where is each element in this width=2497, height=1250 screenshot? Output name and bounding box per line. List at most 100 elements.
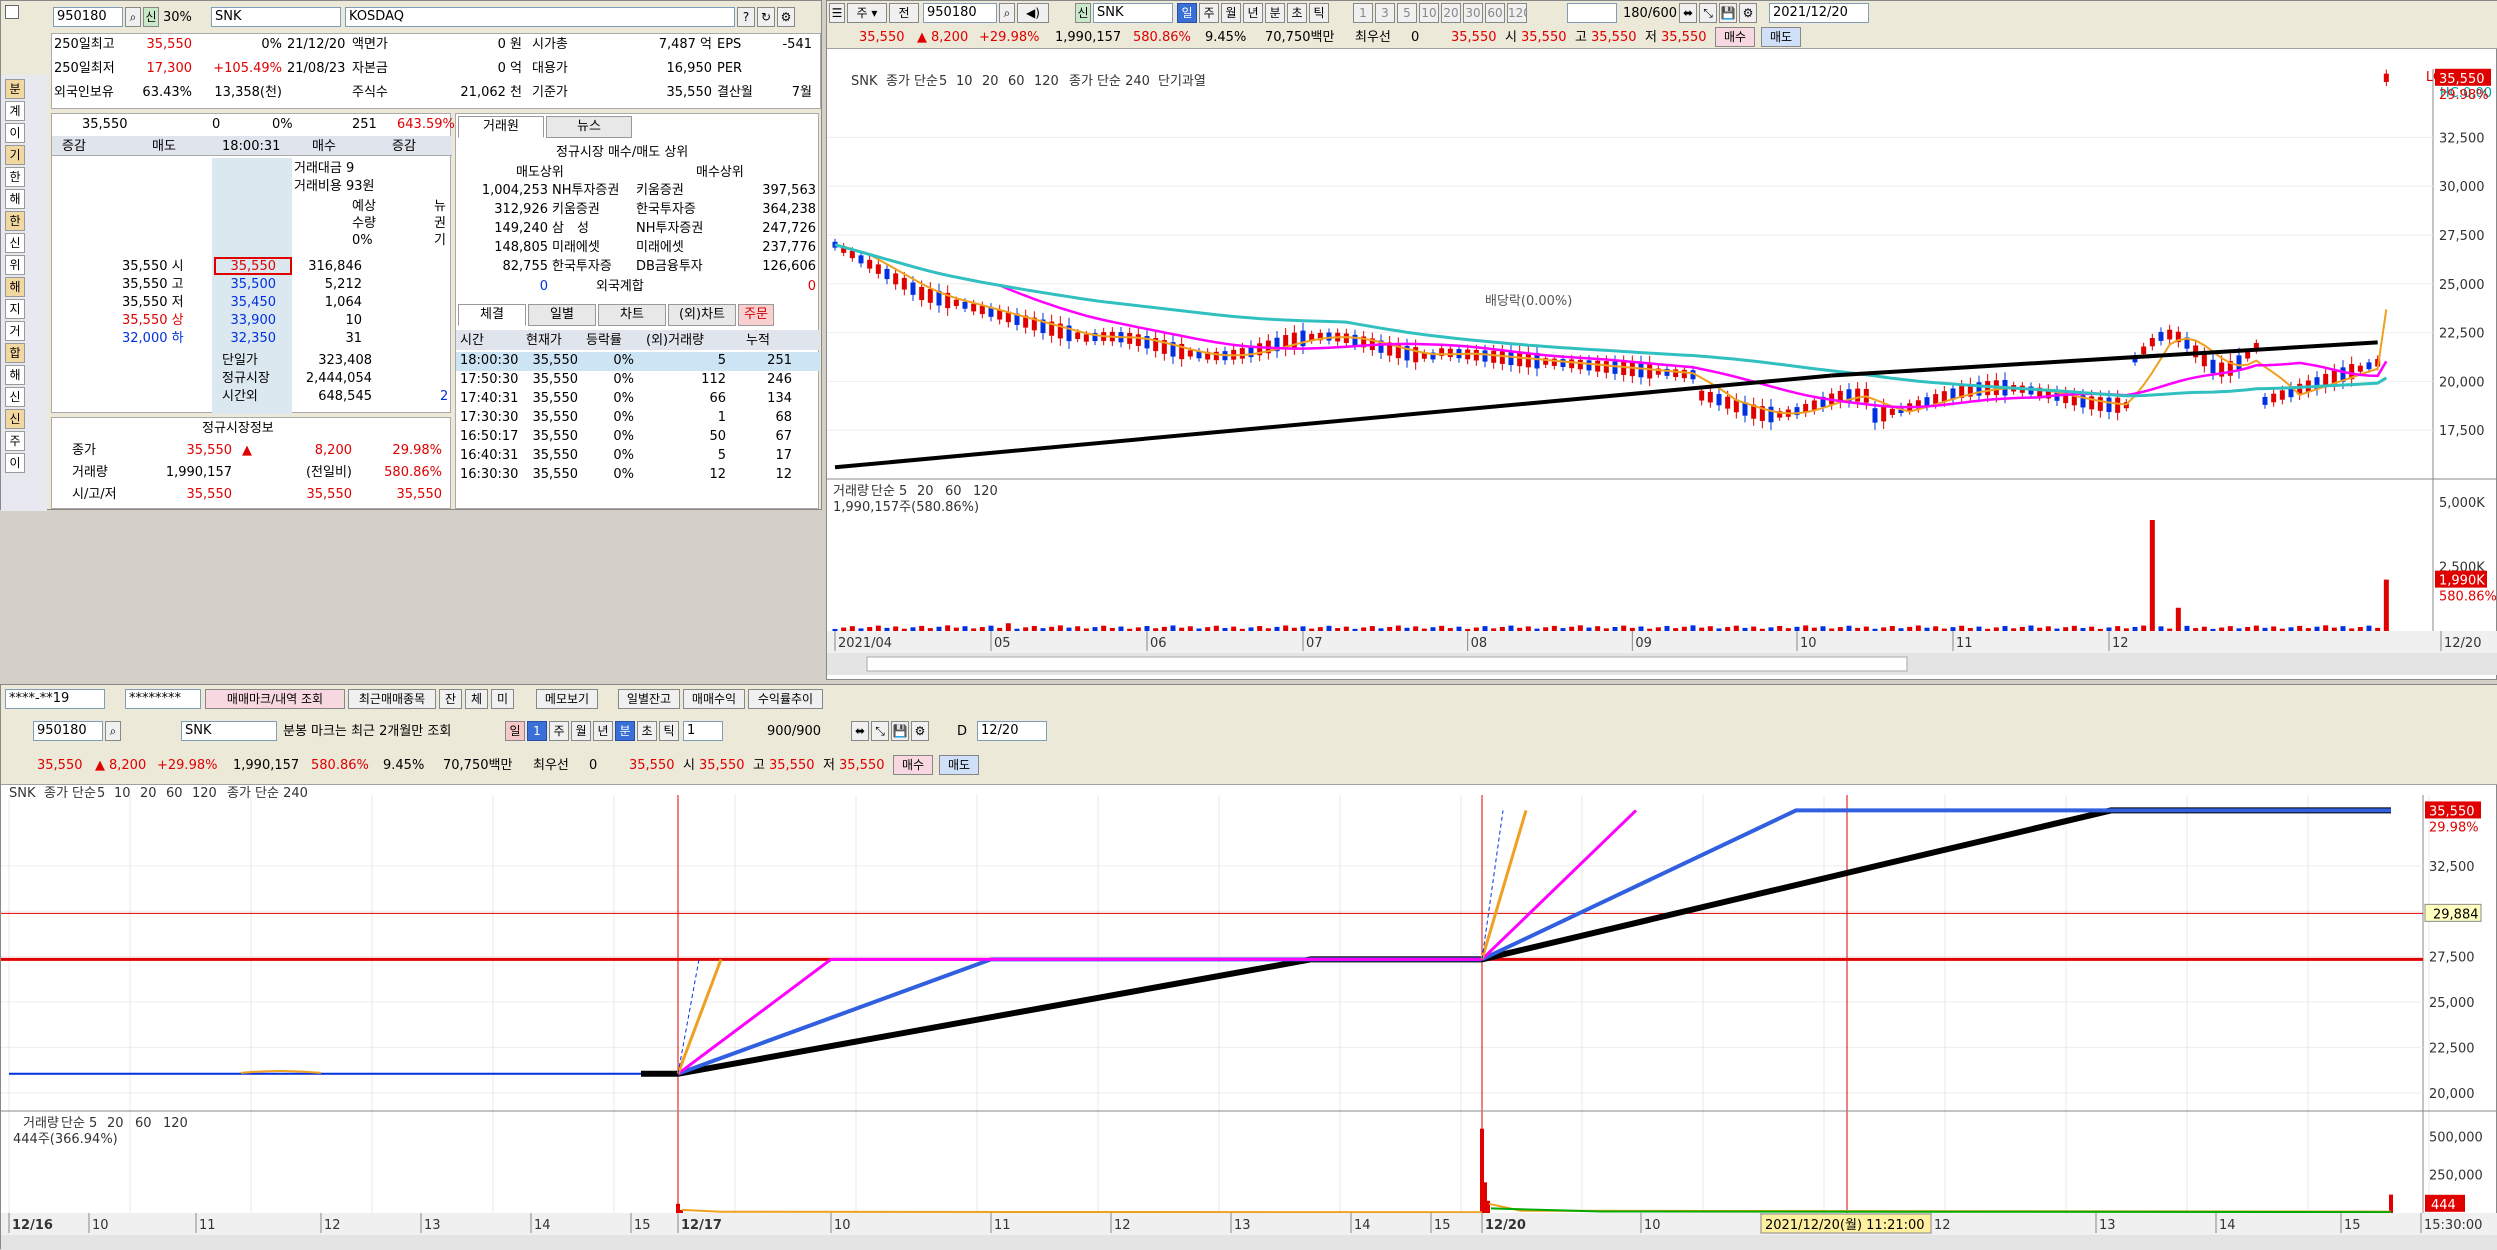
zoom-icon[interactable]: ⤡ xyxy=(1699,3,1717,23)
horizontal-scrollbar xyxy=(1,1235,2497,1250)
chart-name-input[interactable]: SNK xyxy=(1093,3,1173,23)
stock-code-input[interactable]: 950180 xyxy=(53,7,123,27)
crosshair-icon[interactable]: ⬌ xyxy=(851,721,869,741)
toolbar-button-7[interactable]: 매매수익 xyxy=(683,689,745,709)
info-value: 16,950 xyxy=(666,61,713,76)
buy-button[interactable]: 매수 xyxy=(1715,27,1755,47)
toolbar-button-4[interactable]: 미 xyxy=(491,689,514,709)
sidebar-item-16[interactable]: 주 xyxy=(5,431,25,451)
toolbar-button-2[interactable]: 잔 xyxy=(439,689,462,709)
stock-name-input[interactable]: SNK xyxy=(211,7,341,27)
trade-tab-2[interactable]: 차트 xyxy=(598,304,666,326)
toolbar-button-3[interactable]: 체 xyxy=(465,689,488,709)
sidebar-item-2[interactable]: 이 xyxy=(5,123,25,143)
unit-5[interactable]: 분 xyxy=(615,721,635,741)
gear-icon[interactable]: ⚙ xyxy=(1739,3,1757,23)
toolbar-button-0[interactable]: 매매마크/내역 조회 xyxy=(205,689,345,709)
sidebar-item-11[interactable]: 거 xyxy=(5,321,25,341)
chart-code-input[interactable]: 950180 xyxy=(923,3,997,23)
password-input[interactable]: ******** xyxy=(125,689,201,709)
period-select[interactable]: 주 ▾ xyxy=(847,3,887,23)
unit-2[interactable]: 주 xyxy=(549,721,569,741)
unit-0[interactable]: 일 xyxy=(1177,3,1197,23)
sidebar-item-9[interactable]: 해 xyxy=(5,277,25,297)
tab-1[interactable]: 뉴스 xyxy=(546,116,632,138)
min-1[interactable]: 3 xyxy=(1375,3,1395,23)
sell-button[interactable]: 매도 xyxy=(939,755,979,775)
gear-icon[interactable]: ⚙ xyxy=(911,721,929,741)
chart-name-input[interactable]: SNK xyxy=(181,721,277,741)
save-icon[interactable]: 💾 xyxy=(891,721,909,741)
account-input[interactable]: ****-**19 xyxy=(5,689,105,709)
unit-4[interactable]: 년 xyxy=(593,721,613,741)
sidebar-item-13[interactable]: 해 xyxy=(5,365,25,385)
zoom-icon[interactable]: ⤡ xyxy=(871,721,889,741)
info-volume: 1,990,157 xyxy=(233,758,300,773)
unit-3[interactable]: 월 xyxy=(571,721,591,741)
sidebar-item-1[interactable]: 계 xyxy=(5,101,25,121)
sidebar-item-7[interactable]: 신 xyxy=(5,233,25,253)
sidebar-item-8[interactable]: 위 xyxy=(5,255,25,275)
tab-0[interactable]: 거래원 xyxy=(458,116,544,138)
search-icon[interactable]: ⌕ xyxy=(999,3,1015,23)
tick-input[interactable]: 1 xyxy=(683,721,723,741)
min-5[interactable]: 30 xyxy=(1463,3,1483,23)
min-3[interactable]: 10 xyxy=(1419,3,1439,23)
unit-5[interactable]: 초 xyxy=(1287,3,1307,23)
min-6[interactable]: 60 xyxy=(1485,3,1505,23)
toolbar-button-8[interactable]: 수익률추이 xyxy=(748,689,823,709)
unit-1[interactable]: 1 xyxy=(527,721,547,741)
min-0[interactable]: 1 xyxy=(1353,3,1373,23)
search-icon[interactable]: ⌕ xyxy=(105,721,121,741)
save-icon[interactable]: 💾 xyxy=(1719,3,1737,23)
sidebar-item-5[interactable]: 해 xyxy=(5,189,25,209)
date-input[interactable]: 12/20 xyxy=(977,721,1047,741)
daily-chart[interactable]: SNK종가 단순5102060120종가 단순 240단기과열LC:105.49… xyxy=(827,49,2497,681)
all-select[interactable]: 전 xyxy=(889,3,919,23)
sidebar-item-12[interactable]: 합 xyxy=(5,343,25,363)
sidebar-item-0[interactable]: 분 xyxy=(5,79,25,99)
legend-item-1: 종가 단순 xyxy=(44,786,96,801)
sidebar-item-15[interactable]: 신 xyxy=(5,409,25,429)
date-input[interactable]: 2021/12/20 xyxy=(1769,3,1869,23)
toolbar-button-5[interactable]: 메모보기 xyxy=(536,689,598,709)
chart-code-input[interactable]: 950180 xyxy=(33,721,103,741)
buy-button[interactable]: 매수 xyxy=(893,755,933,775)
sidebar-item-6[interactable]: 한 xyxy=(5,211,25,231)
buy-broker: 키움증권 xyxy=(636,183,684,198)
minute-chart[interactable]: SNK종가 단순5102060120종가 단순 24032,50030,0002… xyxy=(1,785,2497,1250)
menu-icon[interactable]: ☰ xyxy=(829,3,845,23)
toolbar-button-1[interactable]: 최근매매종목 xyxy=(348,689,436,709)
help-icon[interactable]: ? xyxy=(737,7,755,27)
min-4[interactable]: 20 xyxy=(1441,3,1461,23)
sidebar-item-14[interactable]: 신 xyxy=(5,387,25,407)
unit-7[interactable]: 틱 xyxy=(659,721,679,741)
sell-button[interactable]: 매도 xyxy=(1761,27,1801,47)
unit-6[interactable]: 틱 xyxy=(1309,3,1329,23)
unit-2[interactable]: 월 xyxy=(1221,3,1241,23)
trade-tab-1[interactable]: 일별 xyxy=(528,304,596,326)
sidebar-item-10[interactable]: 지 xyxy=(5,299,25,319)
crosshair-icon[interactable]: ⬌ xyxy=(1679,3,1697,23)
toolbar-button-6[interactable]: 일별잔고 xyxy=(618,689,680,709)
window-menu-icon[interactable] xyxy=(5,5,19,19)
sound-icon[interactable]: ◀) xyxy=(1017,3,1049,23)
unit-4[interactable]: 분 xyxy=(1265,3,1285,23)
sidebar-item-4[interactable]: 한 xyxy=(5,167,25,187)
trade-tab-0[interactable]: 체결 xyxy=(458,304,526,326)
refresh-icon[interactable]: ↻ xyxy=(757,7,775,27)
min-2[interactable]: 5 xyxy=(1397,3,1417,23)
count-dropdown[interactable] xyxy=(1567,3,1617,23)
unit-1[interactable]: 주 xyxy=(1199,3,1219,23)
volume-bar xyxy=(2245,626,2251,631)
unit-0[interactable]: 일 xyxy=(505,721,525,741)
unit-6[interactable]: 초 xyxy=(637,721,657,741)
sidebar-item-3[interactable]: 기 xyxy=(5,145,25,165)
trade-tab-3[interactable]: (외)차트 xyxy=(668,304,736,326)
unit-3[interactable]: 년 xyxy=(1243,3,1263,23)
gear-icon[interactable]: ⚙ xyxy=(777,7,795,27)
sidebar-item-17[interactable]: 이 xyxy=(5,453,25,473)
search-icon[interactable]: ⌕ xyxy=(125,7,141,27)
min-7[interactable]: 120 xyxy=(1507,3,1527,23)
trade-tab-4[interactable]: 주문 xyxy=(738,304,774,326)
